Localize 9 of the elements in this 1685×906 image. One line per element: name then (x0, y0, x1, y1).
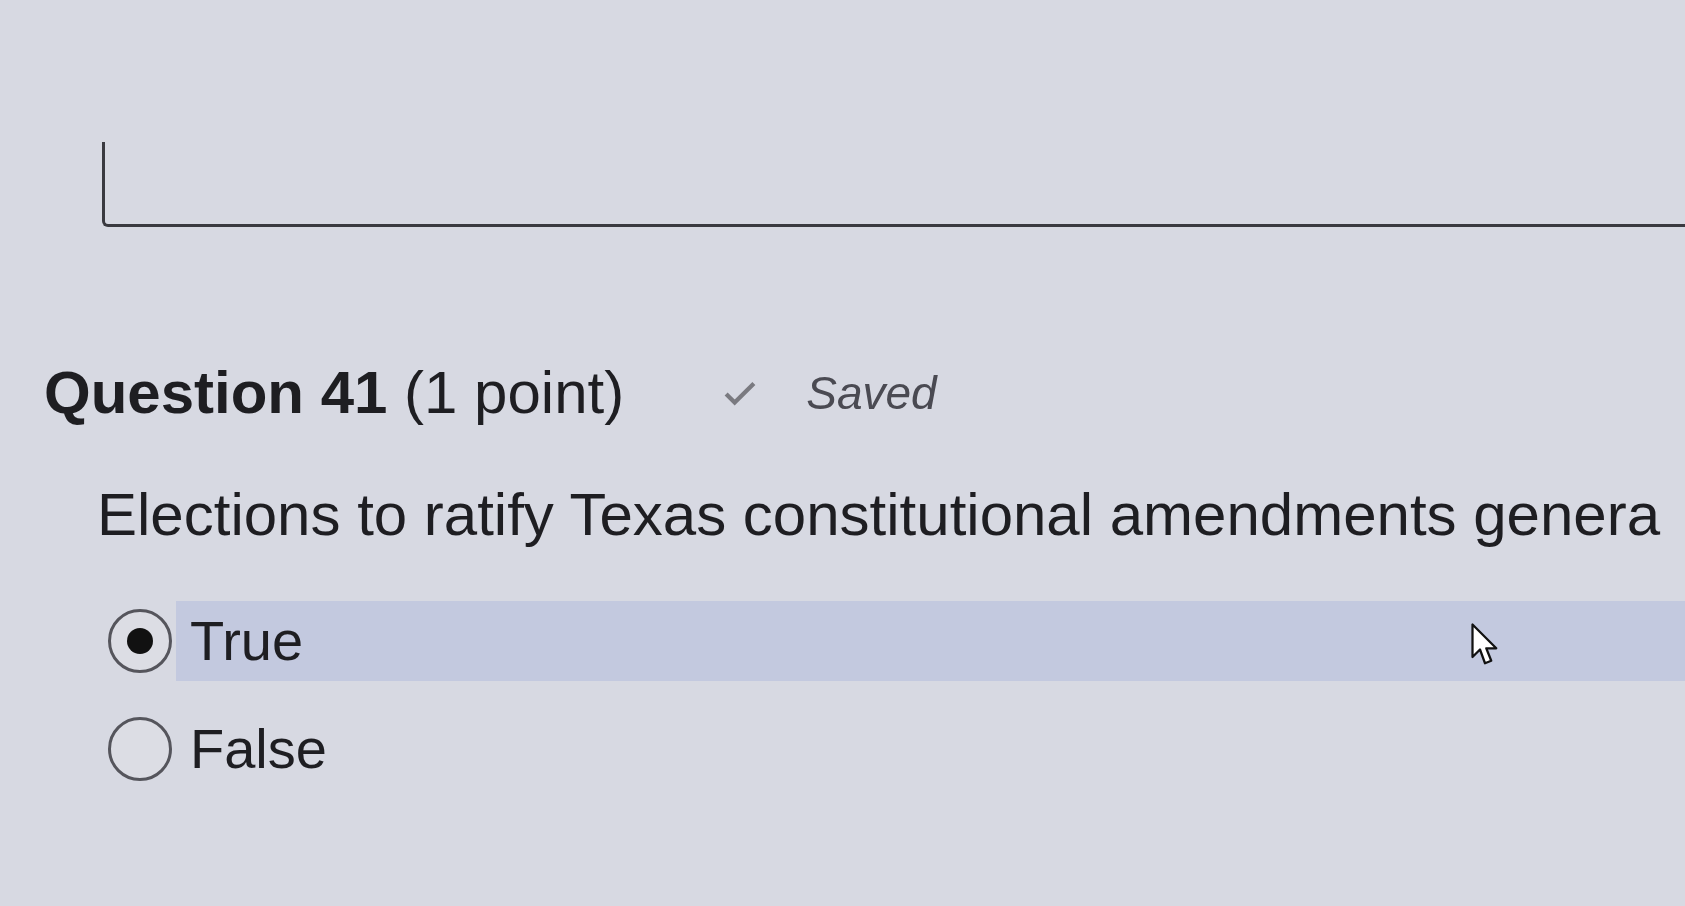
question-text: Elections to ratify Texas constitutional amendments genera (97, 480, 1662, 550)
option-label[interactable]: True (190, 608, 304, 674)
question-title: Question 41 (1 point) (44, 358, 625, 428)
answer-box[interactable] (102, 142, 1685, 227)
pointer-icon (1470, 622, 1500, 667)
save-status: Saved (806, 366, 937, 421)
radio-button[interactable] (108, 609, 172, 673)
option-label[interactable]: False (190, 716, 327, 782)
radio-button[interactable] (108, 717, 172, 781)
